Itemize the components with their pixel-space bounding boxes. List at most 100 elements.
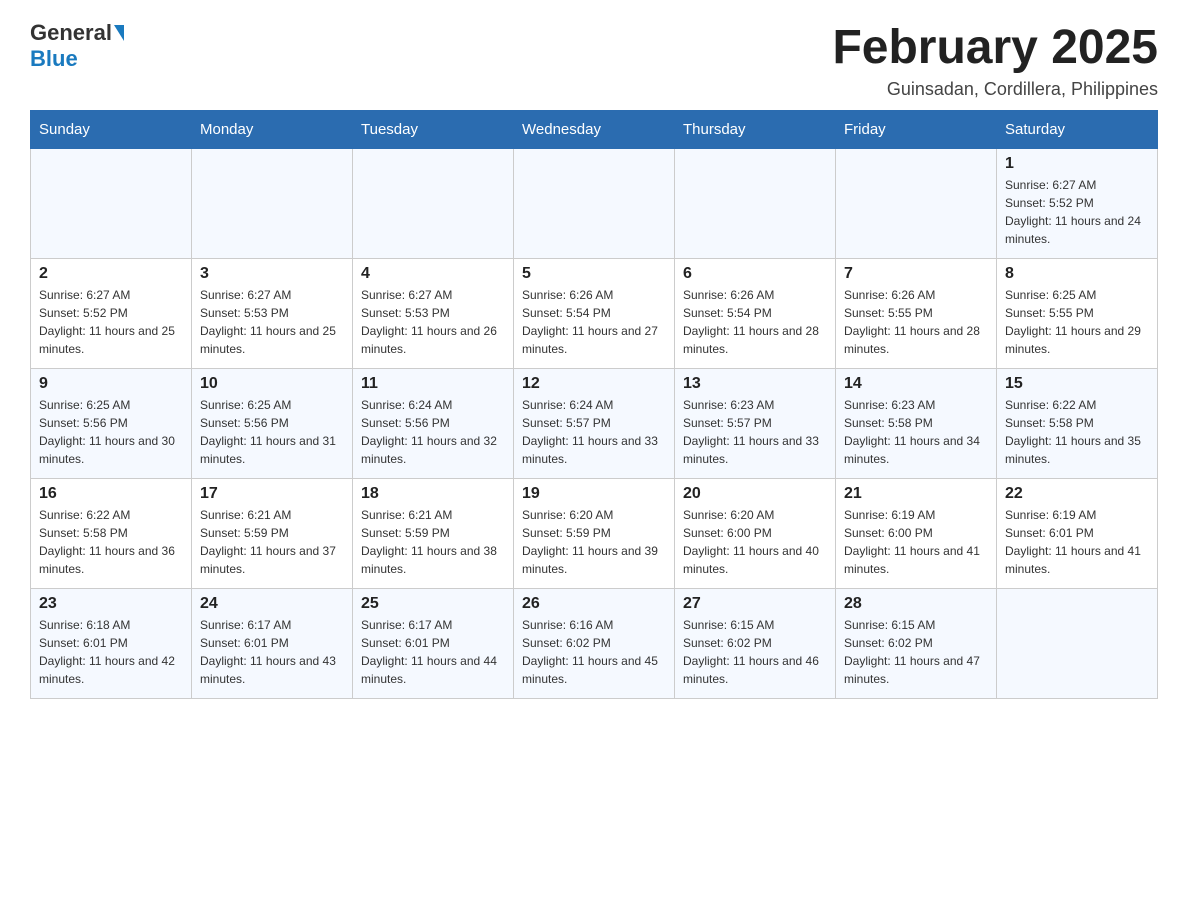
day-info: Sunrise: 6:18 AM Sunset: 6:01 PM Dayligh… xyxy=(39,616,183,688)
logo-triangle-icon xyxy=(114,25,124,41)
calendar-cell: 19Sunrise: 6:20 AM Sunset: 5:59 PM Dayli… xyxy=(514,479,675,589)
col-friday: Friday xyxy=(836,111,997,149)
day-number: 4 xyxy=(361,265,505,283)
day-info: Sunrise: 6:20 AM Sunset: 6:00 PM Dayligh… xyxy=(683,506,827,578)
calendar-cell: 27 Sunrise: 6:15 AM Sunset: 6:02 PM Dayli… xyxy=(675,589,836,699)
col-wednesday: Wednesday xyxy=(514,111,675,149)
day-info: Sunrise: 6:24 AM Sunset: 5:56 PM Dayligh… xyxy=(361,396,505,468)
day-info: Sunrise: 6:26 AM Sunset: 5:54 PM Dayligh… xyxy=(683,286,827,358)
day-number: 20 xyxy=(683,485,827,503)
col-thursday: Thursday xyxy=(675,111,836,149)
day-info: Sunrise: 6:22 AM Sunset: 5:58 PM Dayligh… xyxy=(1005,396,1149,468)
day-info: Sunrise: 6:23 AM Sunset: 5:57 PM Dayligh… xyxy=(683,396,827,468)
day-info: Sunrise: 6:26 AM Sunset: 5:55 PM Dayligh… xyxy=(844,286,988,358)
day-number: 18 xyxy=(361,485,505,503)
calendar-cell xyxy=(997,589,1158,699)
day-number: 2 xyxy=(39,265,183,283)
day-number: 26 xyxy=(522,595,666,613)
day-number: 10 xyxy=(200,375,344,393)
day-number: 22 xyxy=(1005,485,1149,503)
calendar-week-row: 1 Sunrise: 6:27 AM Sunset: 5:52 PM Daylig… xyxy=(31,149,1158,259)
day-info: Sunrise: 6:25 AM Sunset: 5:56 PM Dayligh… xyxy=(200,396,344,468)
logo: General Blue xyxy=(30,20,126,72)
day-number: 27 xyxy=(683,595,827,613)
day-info: Sunrise: 6:23 AM Sunset: 5:58 PM Dayligh… xyxy=(844,396,988,468)
calendar-week-row: 9 Sunrise: 6:25 AM Sunset: 5:56 PM Daylig… xyxy=(31,369,1158,479)
col-saturday: Saturday xyxy=(997,111,1158,149)
day-number: 11 xyxy=(361,375,505,393)
calendar-week-row: 2 Sunrise: 6:27 AM Sunset: 5:52 PM Daylig… xyxy=(31,259,1158,369)
location-text: Guinsadan, Cordillera, Philippines xyxy=(832,79,1158,100)
calendar-cell xyxy=(514,149,675,259)
calendar-cell: 8 Sunrise: 6:25 AM Sunset: 5:55 PM Daylig… xyxy=(997,259,1158,369)
calendar-cell: 13 Sunrise: 6:23 AM Sunset: 5:57 PM Dayli… xyxy=(675,369,836,479)
day-number: 28 xyxy=(844,595,988,613)
day-number: 17 xyxy=(200,485,344,503)
day-number: 5 xyxy=(522,265,666,283)
day-info: Sunrise: 6:25 AM Sunset: 5:56 PM Dayligh… xyxy=(39,396,183,468)
day-info: Sunrise: 6:27 AM Sunset: 5:52 PM Dayligh… xyxy=(1005,176,1149,248)
month-title: February 2025 xyxy=(832,20,1158,75)
calendar-cell: 21Sunrise: 6:19 AM Sunset: 6:00 PM Dayli… xyxy=(836,479,997,589)
calendar-cell: 9 Sunrise: 6:25 AM Sunset: 5:56 PM Daylig… xyxy=(31,369,192,479)
day-info: Sunrise: 6:19 AM Sunset: 6:00 PM Dayligh… xyxy=(844,506,988,578)
day-number: 12 xyxy=(522,375,666,393)
day-info: Sunrise: 6:20 AM Sunset: 5:59 PM Dayligh… xyxy=(522,506,666,578)
day-number: 15 xyxy=(1005,375,1149,393)
day-number: 6 xyxy=(683,265,827,283)
calendar-cell: 5 Sunrise: 6:26 AM Sunset: 5:54 PM Daylig… xyxy=(514,259,675,369)
day-number: 9 xyxy=(39,375,183,393)
calendar-cell: 11 Sunrise: 6:24 AM Sunset: 5:56 PM Dayli… xyxy=(353,369,514,479)
calendar-cell: 16Sunrise: 6:22 AM Sunset: 5:58 PM Dayli… xyxy=(31,479,192,589)
calendar-table: Sunday Monday Tuesday Wednesday Thursday… xyxy=(30,110,1158,699)
day-info: Sunrise: 6:15 AM Sunset: 6:02 PM Dayligh… xyxy=(683,616,827,688)
calendar-cell xyxy=(192,149,353,259)
day-number: 8 xyxy=(1005,265,1149,283)
calendar-cell: 2 Sunrise: 6:27 AM Sunset: 5:52 PM Daylig… xyxy=(31,259,192,369)
calendar-cell: 22Sunrise: 6:19 AM Sunset: 6:01 PM Dayli… xyxy=(997,479,1158,589)
day-number: 25 xyxy=(361,595,505,613)
calendar-cell: 25 Sunrise: 6:17 AM Sunset: 6:01 PM Dayli… xyxy=(353,589,514,699)
calendar-cell: 3Sunrise: 6:27 AM Sunset: 5:53 PM Daylig… xyxy=(192,259,353,369)
calendar-cell: 12 Sunrise: 6:24 AM Sunset: 5:57 PM Dayli… xyxy=(514,369,675,479)
calendar-cell xyxy=(836,149,997,259)
calendar-header-row: Sunday Monday Tuesday Wednesday Thursday… xyxy=(31,111,1158,149)
day-info: Sunrise: 6:26 AM Sunset: 5:54 PM Dayligh… xyxy=(522,286,666,358)
col-tuesday: Tuesday xyxy=(353,111,514,149)
calendar-cell: 28 Sunrise: 6:15 AM Sunset: 6:02 PM Dayli… xyxy=(836,589,997,699)
calendar-cell: 10 Sunrise: 6:25 AM Sunset: 5:56 PM Dayli… xyxy=(192,369,353,479)
day-info: Sunrise: 6:27 AM Sunset: 5:53 PM Dayligh… xyxy=(200,286,344,358)
day-info: Sunrise: 6:17 AM Sunset: 6:01 PM Dayligh… xyxy=(361,616,505,688)
title-section: February 2025 Guinsadan, Cordillera, Phi… xyxy=(832,20,1158,100)
day-number: 23 xyxy=(39,595,183,613)
calendar-week-row: 16Sunrise: 6:22 AM Sunset: 5:58 PM Dayli… xyxy=(31,479,1158,589)
day-number: 13 xyxy=(683,375,827,393)
day-number: 14 xyxy=(844,375,988,393)
calendar-cell xyxy=(675,149,836,259)
day-info: Sunrise: 6:27 AM Sunset: 5:52 PM Dayligh… xyxy=(39,286,183,358)
day-info: Sunrise: 6:27 AM Sunset: 5:53 PM Dayligh… xyxy=(361,286,505,358)
calendar-cell: 23 Sunrise: 6:18 AM Sunset: 6:01 PM Dayli… xyxy=(31,589,192,699)
day-info: Sunrise: 6:17 AM Sunset: 6:01 PM Dayligh… xyxy=(200,616,344,688)
calendar-week-row: 23 Sunrise: 6:18 AM Sunset: 6:01 PM Dayli… xyxy=(31,589,1158,699)
calendar-cell xyxy=(31,149,192,259)
calendar-cell: 15 Sunrise: 6:22 AM Sunset: 5:58 PM Dayli… xyxy=(997,369,1158,479)
day-info: Sunrise: 6:25 AM Sunset: 5:55 PM Dayligh… xyxy=(1005,286,1149,358)
day-number: 24 xyxy=(200,595,344,613)
day-info: Sunrise: 6:21 AM Sunset: 5:59 PM Dayligh… xyxy=(200,506,344,578)
day-info: Sunrise: 6:24 AM Sunset: 5:57 PM Dayligh… xyxy=(522,396,666,468)
calendar-cell xyxy=(353,149,514,259)
day-number: 1 xyxy=(1005,155,1149,173)
col-monday: Monday xyxy=(192,111,353,149)
day-info: Sunrise: 6:22 AM Sunset: 5:58 PM Dayligh… xyxy=(39,506,183,578)
calendar-cell: 4 Sunrise: 6:27 AM Sunset: 5:53 PM Daylig… xyxy=(353,259,514,369)
calendar-cell: 1 Sunrise: 6:27 AM Sunset: 5:52 PM Daylig… xyxy=(997,149,1158,259)
day-info: Sunrise: 6:15 AM Sunset: 6:02 PM Dayligh… xyxy=(844,616,988,688)
calendar-cell: 7Sunrise: 6:26 AM Sunset: 5:55 PM Daylig… xyxy=(836,259,997,369)
day-info: Sunrise: 6:21 AM Sunset: 5:59 PM Dayligh… xyxy=(361,506,505,578)
calendar-cell: 26 Sunrise: 6:16 AM Sunset: 6:02 PM Dayli… xyxy=(514,589,675,699)
col-sunday: Sunday xyxy=(31,111,192,149)
calendar-cell: 17 Sunrise: 6:21 AM Sunset: 5:59 PM Dayli… xyxy=(192,479,353,589)
calendar-cell: 14 Sunrise: 6:23 AM Sunset: 5:58 PM Dayli… xyxy=(836,369,997,479)
day-info: Sunrise: 6:16 AM Sunset: 6:02 PM Dayligh… xyxy=(522,616,666,688)
